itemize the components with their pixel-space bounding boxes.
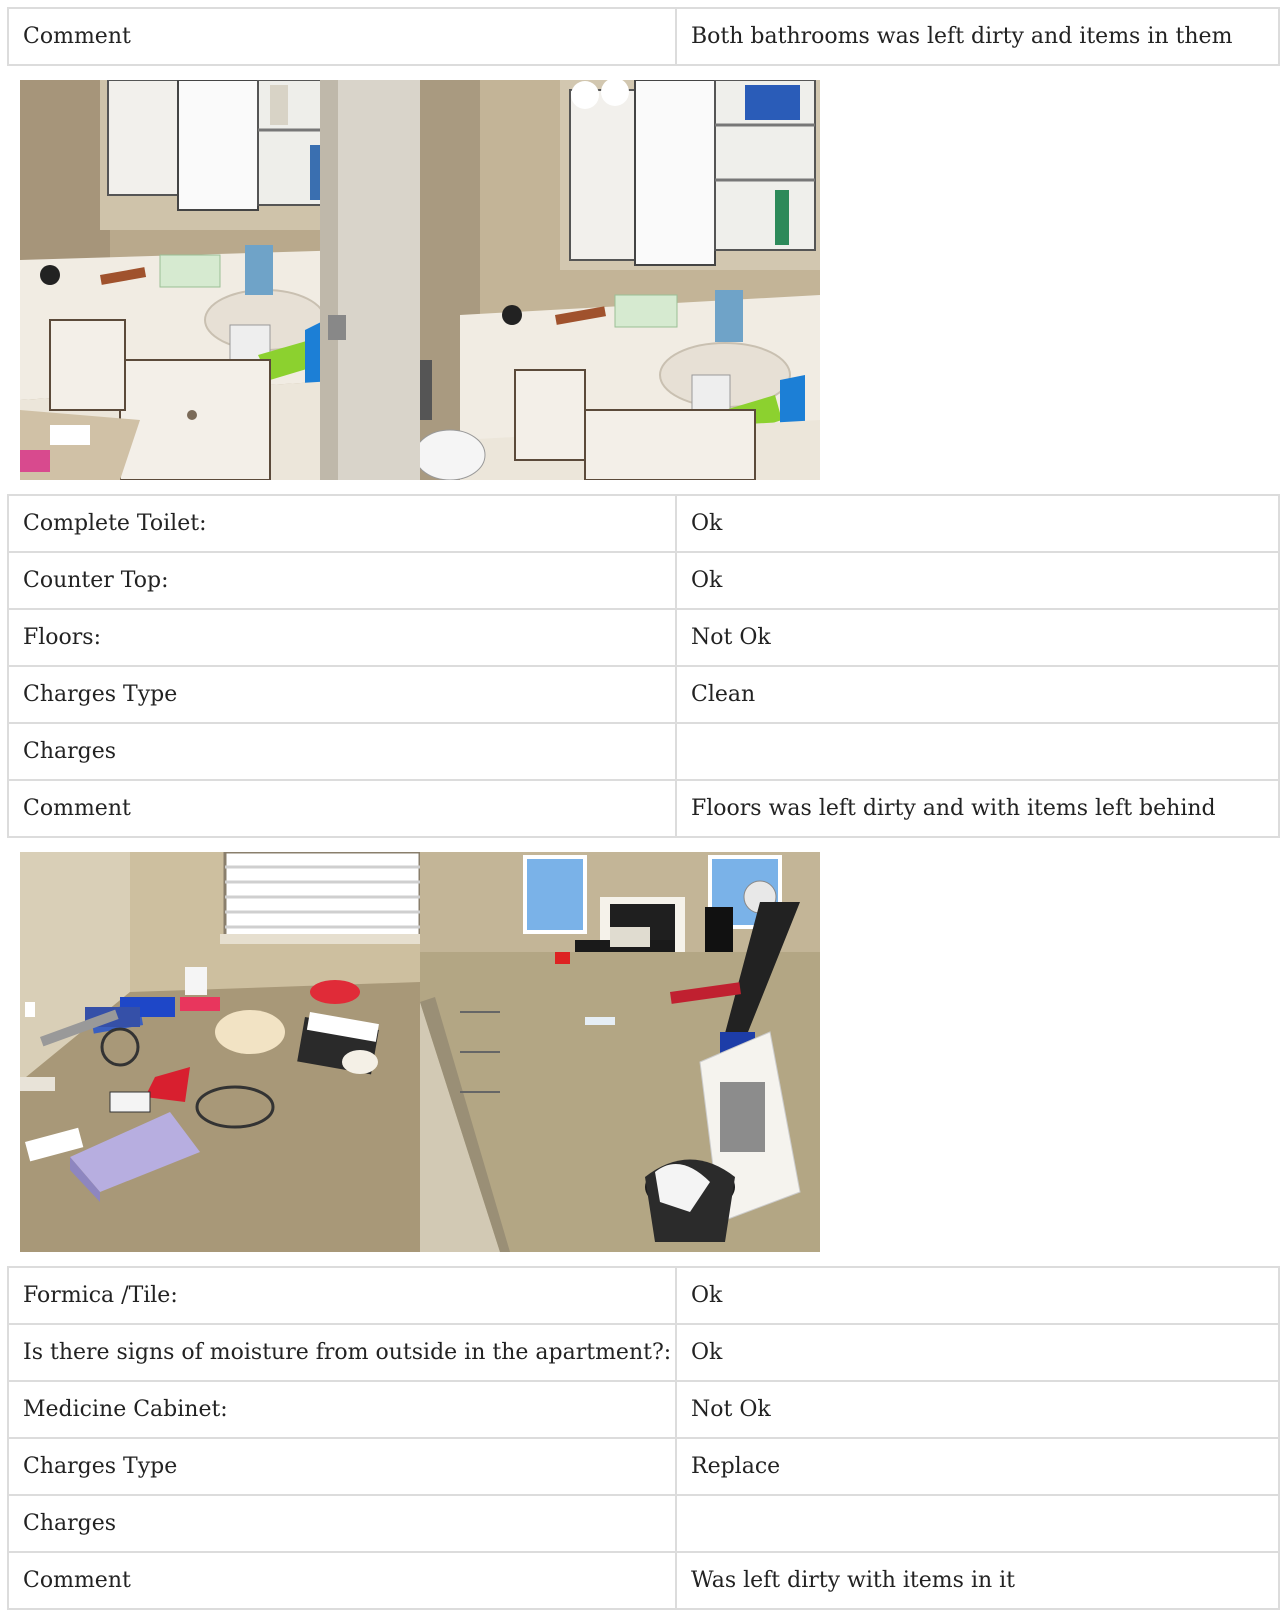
row-label: Comment [7, 7, 677, 66]
table-row: Formica /Tile: Ok [7, 1266, 1280, 1325]
row-label: Formica /Tile: [7, 1266, 677, 1325]
bathroom-vanity-photo-1[interactable] [20, 80, 420, 480]
table-row: Charges [7, 1494, 1280, 1553]
table-row: Complete Toilet: Ok [7, 494, 1280, 553]
row-value: Not Ok [675, 1380, 1280, 1439]
row-label: Is there signs of moisture from outside … [7, 1323, 677, 1382]
row-value: Replace [675, 1437, 1280, 1496]
table-row: Medicine Cabinet: Not Ok [7, 1380, 1280, 1439]
table-row: Is there signs of moisture from outside … [7, 1323, 1280, 1382]
table-row: Floors: Not Ok [7, 608, 1280, 667]
row-value: Ok [675, 551, 1280, 610]
inspection-table-3: Formica /Tile: Ok Is there signs of mois… [7, 1266, 1280, 1610]
bathroom-vanity-photo-2[interactable] [420, 80, 820, 480]
table-row: Comment Floors was left dirty and with i… [7, 779, 1280, 838]
row-label: Charges [7, 1494, 677, 1553]
row-label: Charges Type [7, 1437, 677, 1496]
inspection-table-1: Comment Both bathrooms was left dirty an… [7, 7, 1280, 66]
row-value [675, 722, 1280, 781]
row-value: Not Ok [675, 608, 1280, 667]
table-row: Charges [7, 722, 1280, 781]
table-row: Charges Type Replace [7, 1437, 1280, 1496]
row-value: Both bathrooms was left dirty and items … [675, 7, 1280, 66]
photo-group-bathroom [20, 80, 1280, 480]
table-row: Counter Top: Ok [7, 551, 1280, 610]
row-label: Complete Toilet: [7, 494, 677, 553]
table-row: Comment Both bathrooms was left dirty an… [7, 7, 1280, 66]
row-value: Clean [675, 665, 1280, 724]
living-room-floor-photo[interactable] [420, 852, 820, 1252]
row-value: Ok [675, 1323, 1280, 1382]
row-label: Comment [7, 779, 677, 838]
table-row: Comment Was left dirty with items in it [7, 1551, 1280, 1610]
table-row: Charges Type Clean [7, 665, 1280, 724]
row-label: Charges [7, 722, 677, 781]
row-value: Ok [675, 494, 1280, 553]
bedroom-floor-photo[interactable] [20, 852, 420, 1252]
row-label: Medicine Cabinet: [7, 1380, 677, 1439]
row-value: Floors was left dirty and with items lef… [675, 779, 1280, 838]
inspection-table-2: Complete Toilet: Ok Counter Top: Ok Floo… [7, 494, 1280, 838]
photo-group-floors [20, 852, 1280, 1252]
row-value: Was left dirty with items in it [675, 1551, 1280, 1610]
row-label: Floors: [7, 608, 677, 667]
row-label: Counter Top: [7, 551, 677, 610]
row-label: Charges Type [7, 665, 677, 724]
inspection-report: Comment Both bathrooms was left dirty an… [7, 7, 1280, 1610]
row-label: Comment [7, 1551, 677, 1610]
row-value [675, 1494, 1280, 1553]
row-value: Ok [675, 1266, 1280, 1325]
